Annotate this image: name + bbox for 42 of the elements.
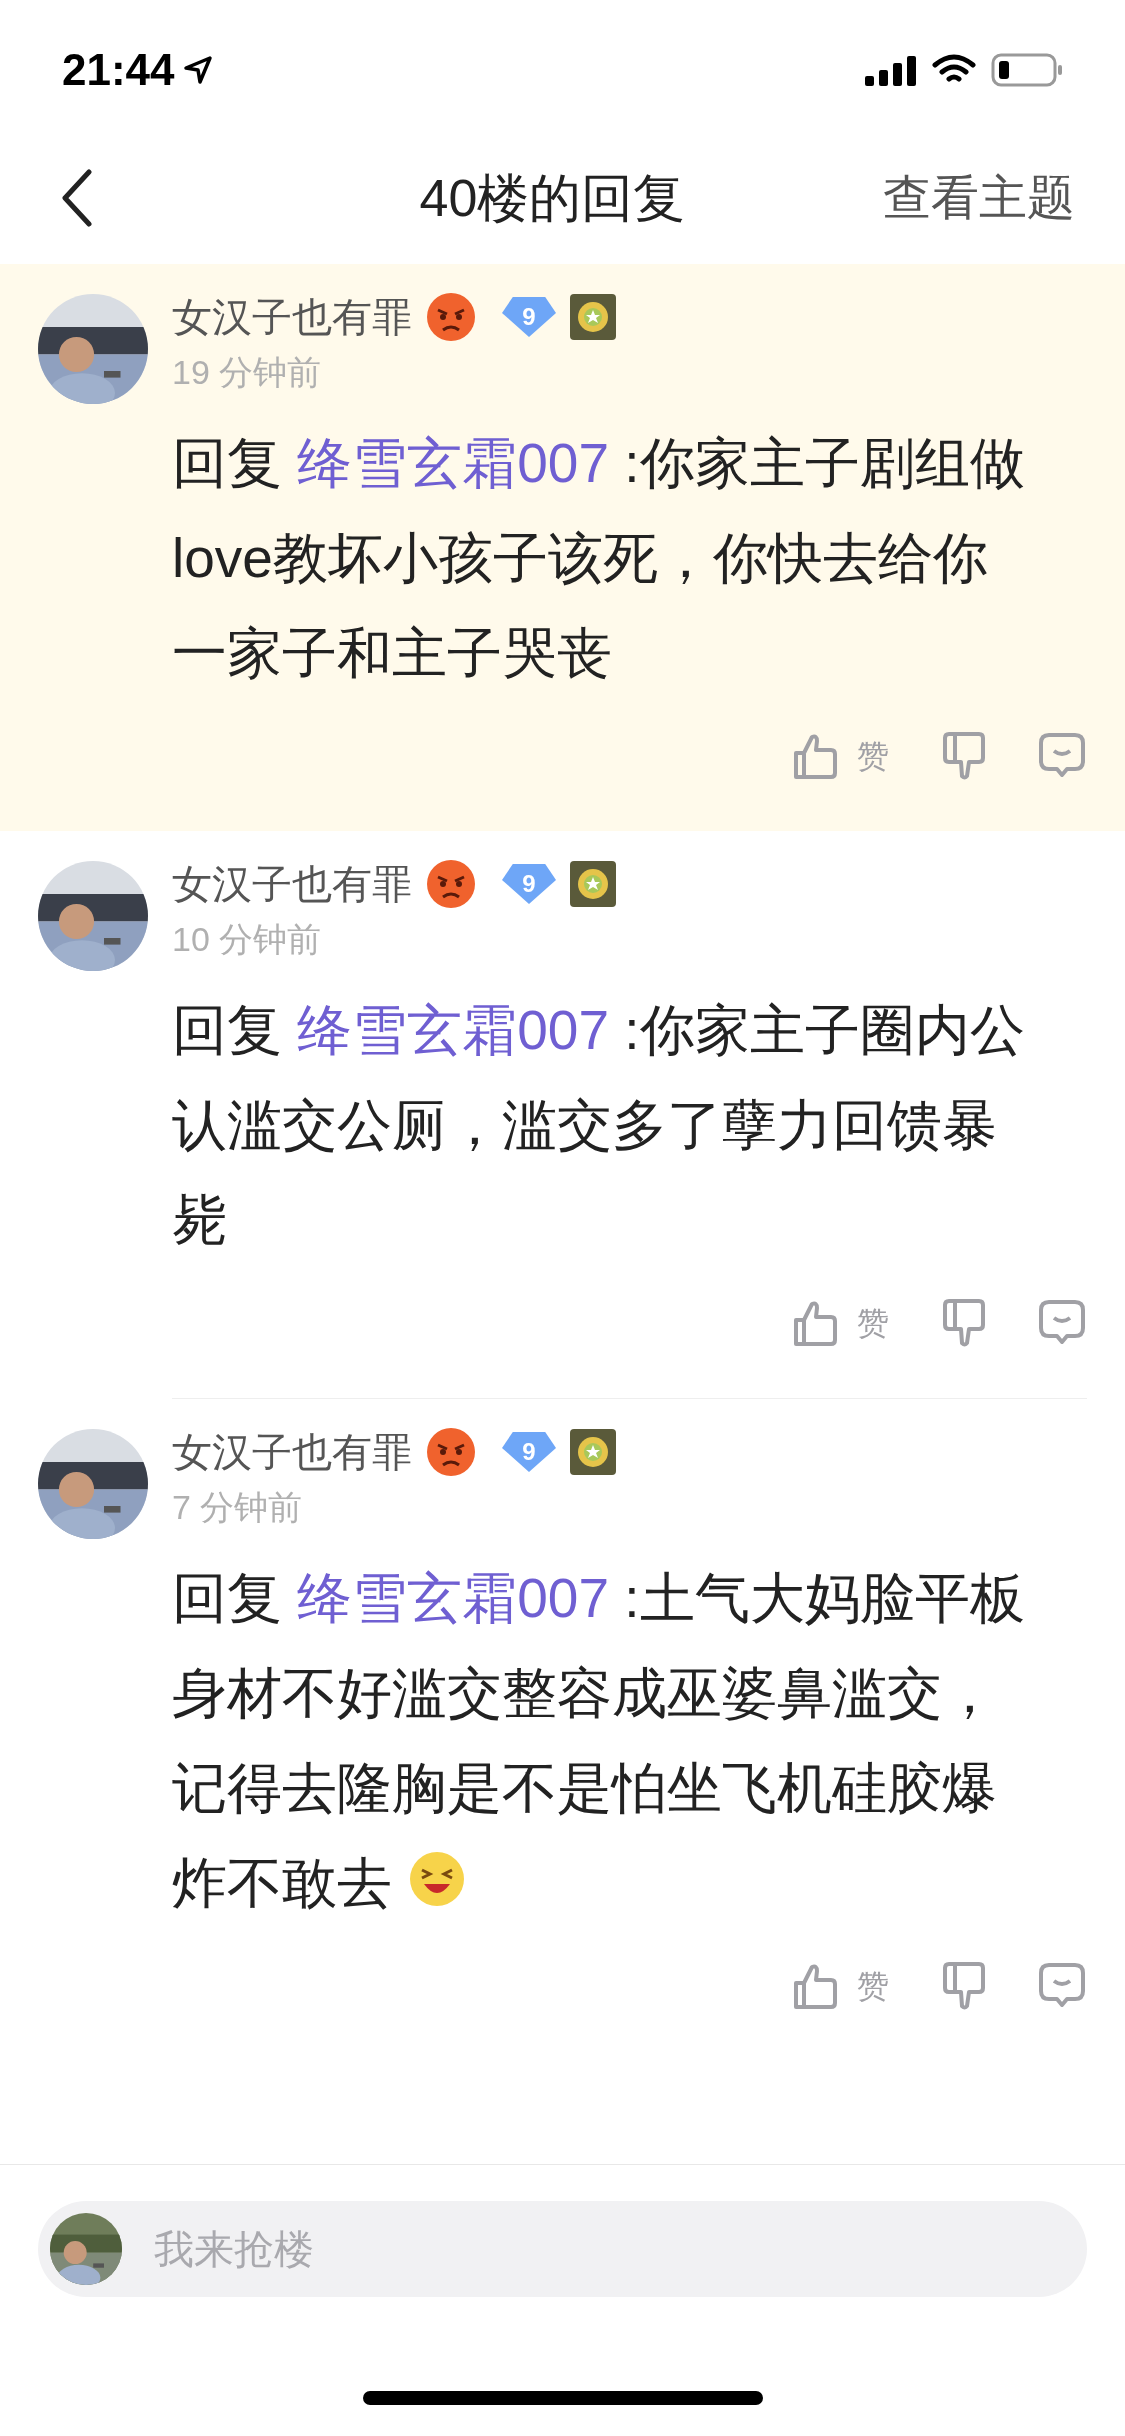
angry-face-icon [426,292,476,342]
post-time: 7 分钟前 [172,1487,303,1528]
thumbs-up-icon[interactable] [793,733,837,779]
level-badge: 9 [502,297,556,337]
thumbs-up-icon[interactable] [793,1300,837,1346]
location-arrow-icon [182,55,213,85]
like-label[interactable]: 赞 [857,1962,889,2010]
username[interactable]: 女汉子也有罪 [172,854,412,914]
level-badge: 9 [502,1432,556,1472]
thumbs-down-icon[interactable] [941,1299,987,1347]
comment-icon[interactable] [1039,733,1085,779]
thumbs-down-icon[interactable] [941,732,987,780]
medal-icon [570,294,616,340]
back-icon[interactable] [62,169,92,227]
reply-to-link[interactable]: 绛雪玄霜007 [297,1567,610,1629]
medal-icon [570,861,616,907]
reply-text: 回复 绛雪玄霜007 :土气大妈脸平板身材不好滥交整容成巫婆鼻滥交，记得去隆胸是不是怕坐飞机硅胶爆炸不敢去 [172,1566,1026,1916]
reply-text: 回复 绛雪玄霜007 :你家主子剧组做love教坏小孩子该死，你快去给你一家子和主子哭丧 [172,431,1026,686]
angry-face-icon [426,859,476,909]
signal-icon [865,54,917,86]
username[interactable]: 女汉子也有罪 [172,287,412,347]
level-badge: 9 [502,864,556,904]
input-placeholder: 我来抢楼 [154,2226,314,2273]
username[interactable]: 女汉子也有罪 [172,1422,412,1482]
post-time: 19 分钟前 [172,352,322,393]
angry-face-icon [426,1427,476,1477]
page-title: 40楼的回复 [419,168,686,229]
battery-icon [991,53,1063,87]
laughing-face-icon [408,1850,466,1908]
reply-to-link[interactable]: 绛雪玄霜007 [297,999,610,1061]
post-time: 10 分钟前 [172,919,322,960]
reply-text: 回复 绛雪玄霜007 :你家主子圈内公认滥交公厕，滥交多了孽力回馈暴毙 [172,998,1026,1253]
comment-icon[interactable] [1039,1300,1085,1346]
status-time: 21:44 [62,44,175,96]
thumbs-up-icon[interactable] [793,1963,837,2009]
like-label[interactable]: 赞 [857,1299,889,1347]
reply-to-link[interactable]: 绛雪玄霜007 [297,432,610,494]
view-topic-button[interactable]: 查看主题 [883,162,1075,234]
like-label[interactable]: 赞 [857,732,889,780]
comment-icon[interactable] [1039,1963,1085,2009]
thumbs-down-icon[interactable] [941,1962,987,2010]
medal-icon [570,1429,616,1475]
